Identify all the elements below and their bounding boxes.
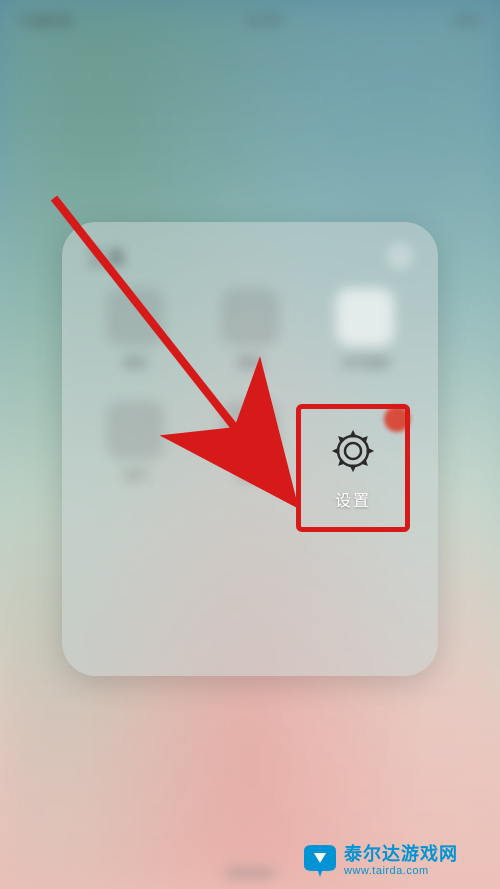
status-battery: 65% — [454, 13, 480, 28]
folder-title: 工具 — [86, 242, 126, 271]
settings-app[interactable]: 设置 — [306, 414, 400, 522]
dock-blur — [225, 865, 275, 875]
watermark-name: 泰尔达游戏网 — [344, 844, 458, 865]
app-icon — [106, 401, 164, 459]
app-label: 图库 — [238, 354, 262, 371]
app-icon — [106, 288, 164, 346]
app-item[interactable]: 文件管理 — [311, 288, 418, 383]
status-bar: 中国联通 15:28 65% — [0, 0, 500, 40]
watermark-url: www.tairda.com — [344, 865, 458, 878]
app-item[interactable]: 图库 — [197, 288, 304, 383]
app-icon — [221, 401, 279, 459]
app-label: 文件管理 — [341, 354, 389, 371]
app-item[interactable]: 天气 — [82, 401, 189, 496]
status-time: 15:28 — [245, 12, 280, 28]
settings-label: 设置 — [335, 487, 371, 511]
app-icon — [221, 288, 279, 346]
app-item[interactable]: 相机 — [82, 288, 189, 383]
app-label: 时钟 — [238, 467, 262, 484]
folder-add-button[interactable] — [386, 242, 414, 270]
app-label: 相机 — [123, 354, 147, 371]
status-carrier: 中国联通 — [20, 11, 72, 30]
watermark-logo-icon — [300, 843, 340, 879]
app-item[interactable]: 时钟 — [197, 401, 304, 496]
app-label: 天气 — [123, 467, 147, 484]
watermark: 泰尔达游戏网 www.tairda.com — [300, 837, 500, 885]
app-icon — [336, 288, 394, 346]
gear-icon — [327, 425, 379, 477]
folder-header: 工具 — [76, 240, 424, 278]
notification-badge — [384, 406, 410, 432]
